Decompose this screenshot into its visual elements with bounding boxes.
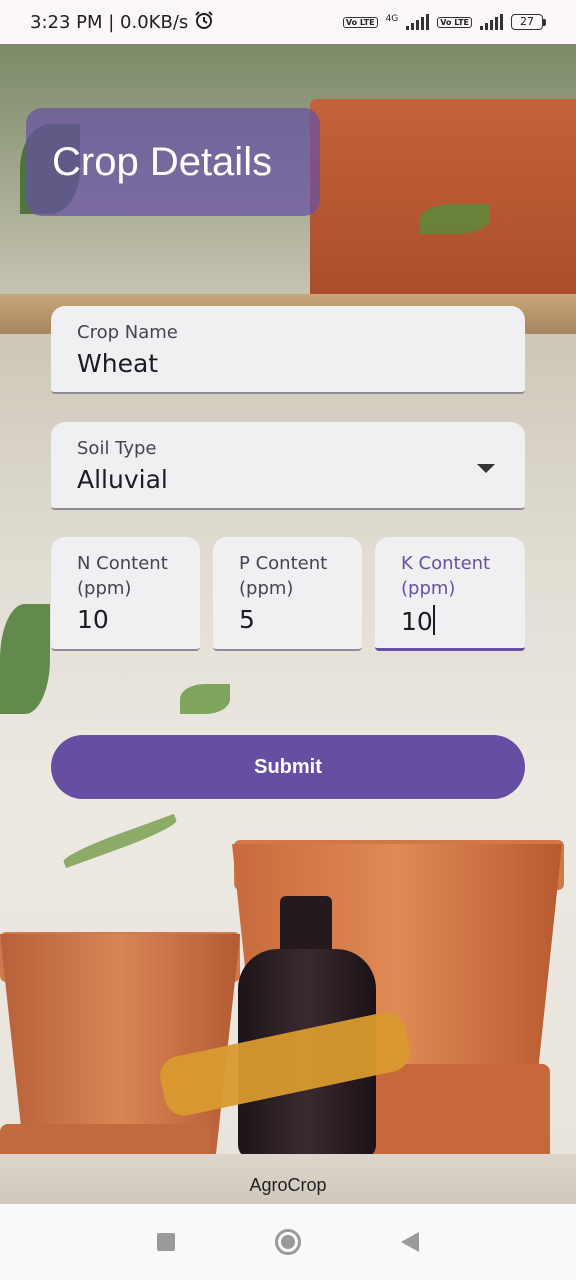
signal-icon xyxy=(406,14,430,30)
submit-label: Submit xyxy=(254,755,322,778)
submit-button[interactable]: Submit xyxy=(51,735,525,799)
p-content-field[interactable]: P Content (ppm) 5 xyxy=(213,537,362,651)
soil-type-value: Alluvial xyxy=(77,465,168,494)
k-content-value: 10 xyxy=(401,607,433,636)
signal-icon-2 xyxy=(480,14,503,30)
volte-icon: Vo LTE xyxy=(342,16,378,28)
recents-square-icon[interactable] xyxy=(157,1233,175,1251)
p-content-value: 5 xyxy=(239,605,255,634)
back-triangle-icon[interactable] xyxy=(401,1232,419,1252)
n-content-field[interactable]: N Content (ppm) 10 xyxy=(51,537,200,651)
crop-name-field[interactable]: Crop Name Wheat xyxy=(51,306,525,394)
volte-icon-2: Vo LTE xyxy=(437,16,472,28)
n-content-value: 10 xyxy=(77,605,109,634)
n-content-label: N Content (ppm) xyxy=(77,553,168,599)
soil-type-label: Soil Type xyxy=(77,438,157,459)
app-footer: AgroCrop xyxy=(249,1175,327,1195)
soil-type-dropdown[interactable]: Soil Type Alluvial xyxy=(51,422,525,510)
system-nav-bar xyxy=(0,1204,576,1280)
network-type: 4G xyxy=(385,14,399,24)
battery-icon: 27 xyxy=(511,14,546,30)
status-bar: 3:23 PM | 0.0KB/s Vo LTE 4G Vo LTE 27 xyxy=(0,0,576,44)
battery-level: 27 xyxy=(511,14,543,30)
status-time: 3:23 PM | 0.0KB/s xyxy=(30,11,189,33)
p-content-label: P Content (ppm) xyxy=(239,553,328,599)
dropdown-arrow-icon[interactable] xyxy=(477,464,495,473)
k-content-field[interactable]: K Content (ppm) 10 xyxy=(375,537,525,651)
k-content-label: K Content (ppm) xyxy=(401,553,491,599)
page-title: Crop Details xyxy=(52,139,273,184)
page-title-card: Crop Details xyxy=(26,108,320,216)
alarm-icon xyxy=(194,10,214,35)
text-cursor xyxy=(432,605,435,635)
crop-name-value: Wheat xyxy=(77,349,159,378)
home-circle-icon[interactable] xyxy=(275,1229,301,1255)
crop-name-label: Crop Name xyxy=(77,322,178,343)
